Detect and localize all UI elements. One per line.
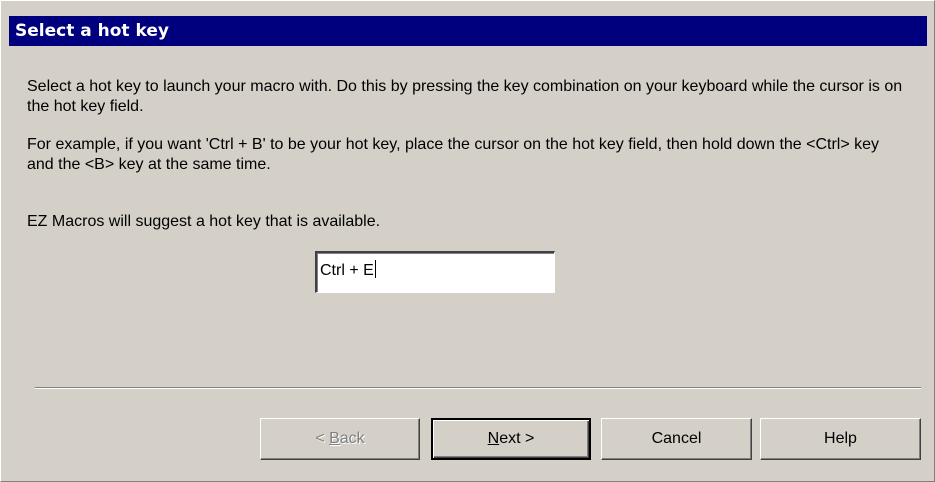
- help-button-label: Help: [824, 430, 857, 447]
- back-button-accelerator: B: [329, 430, 340, 447]
- wizard-step-header: Select a hot key: [9, 16, 927, 46]
- instruction-paragraph-2: For example, if you want 'Ctrl + B' to b…: [27, 136, 880, 173]
- wizard-dialog: Select a hot key Select a hot key to lau…: [0, 0, 935, 482]
- cancel-button-label: Cancel: [651, 430, 702, 447]
- cancel-button[interactable]: Cancel: [601, 418, 752, 460]
- back-button-label: ack: [339, 430, 365, 447]
- next-button[interactable]: Next >: [431, 418, 591, 460]
- instruction-paragraph-1: Select a hot key to launch your macro wi…: [27, 78, 903, 115]
- help-button[interactable]: Help: [760, 418, 921, 460]
- hotkey-input[interactable]: Ctrl + E: [315, 251, 555, 293]
- instruction-paragraph-3: EZ Macros will suggest a hot key that is…: [27, 213, 381, 230]
- wizard-step-title: Select a hot key: [15, 21, 169, 41]
- text-cursor: [374, 260, 376, 278]
- back-button[interactable]: < Back: [260, 418, 420, 460]
- back-button-prefix: <: [315, 430, 330, 447]
- next-button-accelerator: N: [487, 430, 500, 447]
- button-separator: [35, 387, 921, 389]
- next-button-label: ext >: [499, 430, 535, 447]
- hotkey-value: Ctrl + E: [320, 262, 374, 279]
